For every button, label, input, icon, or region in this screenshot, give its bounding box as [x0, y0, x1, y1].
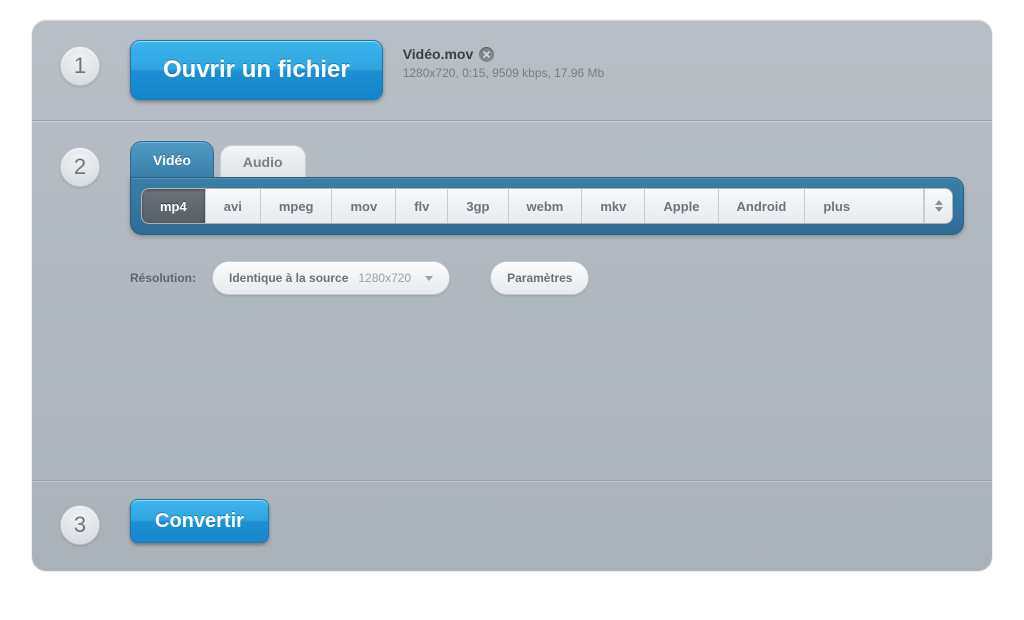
- resolution-dropdown[interactable]: Identique à la source 1280x720: [212, 261, 450, 295]
- settings-button[interactable]: Paramètres: [490, 261, 589, 295]
- format-option-mov[interactable]: mov: [332, 189, 396, 223]
- format-option-webm[interactable]: webm: [509, 189, 583, 223]
- step-2: 2 Vidéo Audio mp4 avi mpeg mov flv 3gp w…: [32, 120, 992, 480]
- tab-audio[interactable]: Audio: [220, 145, 306, 177]
- format-bar-container: mp4 avi mpeg mov flv 3gp webm mkv Apple …: [130, 177, 964, 235]
- format-scroll-stepper[interactable]: [924, 189, 952, 223]
- resolution-label: Résolution:: [130, 271, 196, 285]
- chevron-down-icon: [935, 207, 943, 212]
- resolution-dims: 1280x720: [358, 271, 411, 285]
- chevron-up-icon: [935, 200, 943, 205]
- step-2-body: Vidéo Audio mp4 avi mpeg mov flv 3gp web…: [130, 141, 964, 295]
- file-details: 1280x720, 0:15, 9509 kbps, 17.96 Mb: [403, 66, 605, 80]
- format-bar: mp4 avi mpeg mov flv 3gp webm mkv Apple …: [141, 188, 953, 224]
- file-name-row: Vidéo.mov: [403, 46, 605, 62]
- step-2-number: 2: [60, 147, 100, 187]
- format-tabs: Vidéo Audio: [130, 141, 964, 177]
- open-file-button[interactable]: Ouvrir un fichier: [130, 40, 383, 100]
- file-name: Vidéo.mov: [403, 46, 474, 62]
- converter-panel: 1 Ouvrir un fichier Vidéo.mov 1280x720, …: [32, 20, 992, 571]
- remove-file-icon[interactable]: [479, 47, 494, 62]
- format-option-mpeg[interactable]: mpeg: [261, 189, 333, 223]
- step-3: 3 Convertir: [32, 480, 992, 571]
- format-option-3gp[interactable]: 3gp: [448, 189, 508, 223]
- format-option-apple[interactable]: Apple: [645, 189, 718, 223]
- step-3-number: 3: [60, 505, 100, 545]
- format-option-mkv[interactable]: mkv: [582, 189, 645, 223]
- format-option-android[interactable]: Android: [719, 189, 806, 223]
- convert-button[interactable]: Convertir: [130, 499, 269, 543]
- resolution-value: Identique à la source: [229, 271, 348, 285]
- format-option-mp4[interactable]: mp4: [142, 189, 206, 223]
- format-option-plus[interactable]: plus: [805, 189, 924, 223]
- format-option-avi[interactable]: avi: [206, 189, 261, 223]
- chevron-down-icon: [425, 276, 433, 281]
- format-option-flv[interactable]: flv: [396, 189, 448, 223]
- step-1: 1 Ouvrir un fichier Vidéo.mov 1280x720, …: [32, 20, 992, 120]
- tab-video[interactable]: Vidéo: [130, 141, 214, 177]
- step-1-number: 1: [60, 46, 100, 86]
- settings-button-label: Paramètres: [507, 271, 572, 285]
- resolution-row: Résolution: Identique à la source 1280x7…: [130, 261, 964, 295]
- file-meta: Vidéo.mov 1280x720, 0:15, 9509 kbps, 17.…: [403, 40, 605, 80]
